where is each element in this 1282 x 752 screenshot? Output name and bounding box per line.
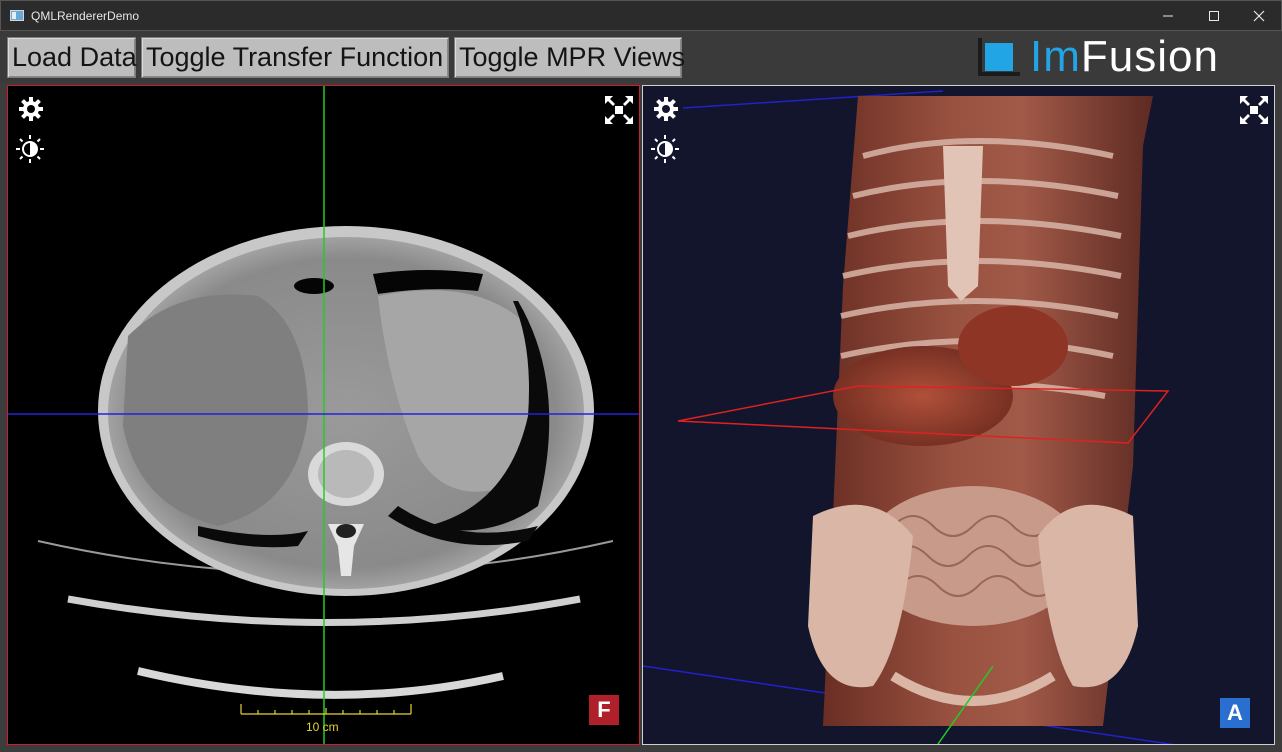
minimize-button[interactable]: [1145, 1, 1191, 31]
scale-bar: [240, 704, 412, 715]
imfusion-logo: ImFusion: [978, 32, 1278, 81]
gear-icon[interactable]: [651, 94, 681, 124]
toggle-mpr-views-button[interactable]: Toggle MPR Views: [454, 37, 685, 78]
maximize-view-icon[interactable]: [1238, 94, 1268, 124]
axial-slice-view[interactable]: F 10 cm: [7, 85, 640, 745]
window-title: QMLRendererDemo: [31, 9, 140, 23]
scale-label: 10 cm: [306, 720, 339, 734]
title-bar: QMLRendererDemo: [0, 0, 1282, 31]
load-data-button[interactable]: Load Data: [7, 37, 137, 78]
maximize-view-icon[interactable]: [603, 94, 633, 124]
sternum: [943, 146, 983, 301]
logo-text-im: Im: [1030, 32, 1081, 81]
app-icon: [10, 10, 24, 21]
contrast-icon[interactable]: [14, 133, 44, 163]
air-pocket-2: [294, 278, 334, 294]
minimize-icon: [1163, 15, 1173, 17]
orientation-badge: A: [1220, 698, 1250, 728]
close-icon: [1253, 10, 1265, 22]
ct-slice-image: [8, 86, 639, 744]
contrast-icon[interactable]: [649, 133, 679, 163]
logo-text-fusion: Fusion: [1080, 32, 1219, 81]
maximize-icon: [1209, 11, 1219, 21]
logo-square-mark: [985, 43, 1013, 71]
ct-table-line-3: [137, 667, 504, 699]
orientation-badge: F: [589, 695, 619, 725]
logo-text: ImFusion: [1030, 32, 1219, 82]
maximize-button[interactable]: [1191, 1, 1237, 31]
volume-render-view[interactable]: A: [642, 85, 1275, 745]
heart-region: [958, 306, 1068, 386]
gear-icon[interactable]: [16, 94, 46, 124]
toggle-transfer-function-button[interactable]: Toggle Transfer Function: [141, 37, 449, 78]
close-button[interactable]: [1236, 1, 1282, 31]
volume-render-image: [643, 90, 1175, 744]
